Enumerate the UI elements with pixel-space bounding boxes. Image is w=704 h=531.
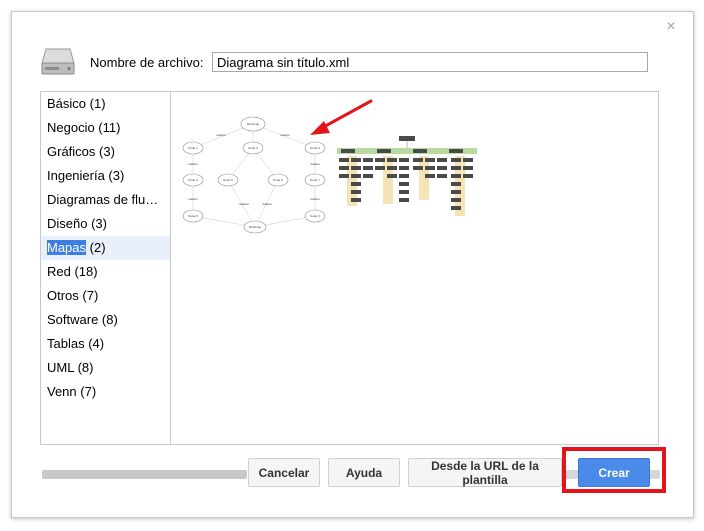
mindmap-edge-label: relation [310, 197, 320, 201]
mindmap-edge-label: relation [188, 197, 198, 201]
category-tablas[interactable]: Tablas (4) [41, 332, 170, 356]
annotation-highlight-box [562, 447, 666, 493]
template-panel: Básico (1) Negocio (11) Gráficos (3) Ing… [40, 91, 659, 445]
mindmap-node-label: Node 3 [310, 146, 320, 150]
category-venn[interactable]: Venn (7) [41, 380, 170, 404]
category-red[interactable]: Red (18) [41, 260, 170, 284]
category-graficos[interactable]: Gráficos (3) [41, 140, 170, 164]
close-icon[interactable]: × [664, 19, 678, 35]
mindmap-edge-label: relation [239, 202, 249, 206]
annotation-arrow-icon [310, 99, 373, 135]
horizontal-scrollbar-thumb[interactable] [42, 470, 247, 479]
category-otros[interactable]: Otros (7) [41, 284, 170, 308]
mindmap-edge-label: relation [310, 162, 320, 166]
mindmap-node-label: Node 5 [223, 178, 233, 182]
mindmap-node-label: Node 1 [188, 146, 198, 150]
hard-drive-icon [41, 48, 75, 75]
mindmap-edge-label: relation [216, 133, 226, 137]
category-diseno[interactable]: Diseño (3) [41, 212, 170, 236]
category-mapas[interactable]: Mapas (2) [41, 236, 170, 260]
category-negocio[interactable]: Negocio (11) [41, 116, 170, 140]
mindmap-bottom-label: Mindmap [249, 225, 262, 229]
mindmap-center-label: Mindmap [247, 122, 260, 126]
mindmap-node-label: Node 9 [310, 214, 320, 218]
category-uml[interactable]: UML (8) [41, 356, 170, 380]
category-mapas-name: Mapas [47, 240, 87, 255]
template-orgchart-thumbnail[interactable] [337, 134, 477, 219]
mindmap-node-label: Node 8 [188, 214, 198, 218]
mindmap-node-label: Node 2 [248, 146, 258, 150]
template-url-button[interactable]: Desde la URL de la plantilla [408, 458, 562, 487]
category-mapas-count: (2) [89, 240, 106, 255]
mindmap-edge-label: relation [262, 202, 272, 206]
filename-label: Nombre de archivo: [90, 55, 204, 70]
category-ingenieria[interactable]: Ingeniería (3) [41, 164, 170, 188]
mindmap-node-label: Node 7 [310, 178, 320, 182]
mindmap-node-label: Node 4 [188, 178, 198, 182]
help-button[interactable]: Ayuda [328, 458, 400, 487]
mindmap-edge-label: relation [280, 133, 290, 137]
filename-input[interactable] [212, 52, 648, 72]
category-diagramas-de-flujo[interactable]: Diagramas de flu… [41, 188, 170, 212]
mindmap-edge-label: relation [188, 162, 198, 166]
mindmap-node-label: Node 6 [273, 178, 283, 182]
category-basico[interactable]: Básico (1) [41, 92, 170, 116]
cancel-button[interactable]: Cancelar [248, 458, 320, 487]
category-software[interactable]: Software (8) [41, 308, 170, 332]
category-list: Básico (1) Negocio (11) Gráficos (3) Ing… [41, 92, 171, 444]
